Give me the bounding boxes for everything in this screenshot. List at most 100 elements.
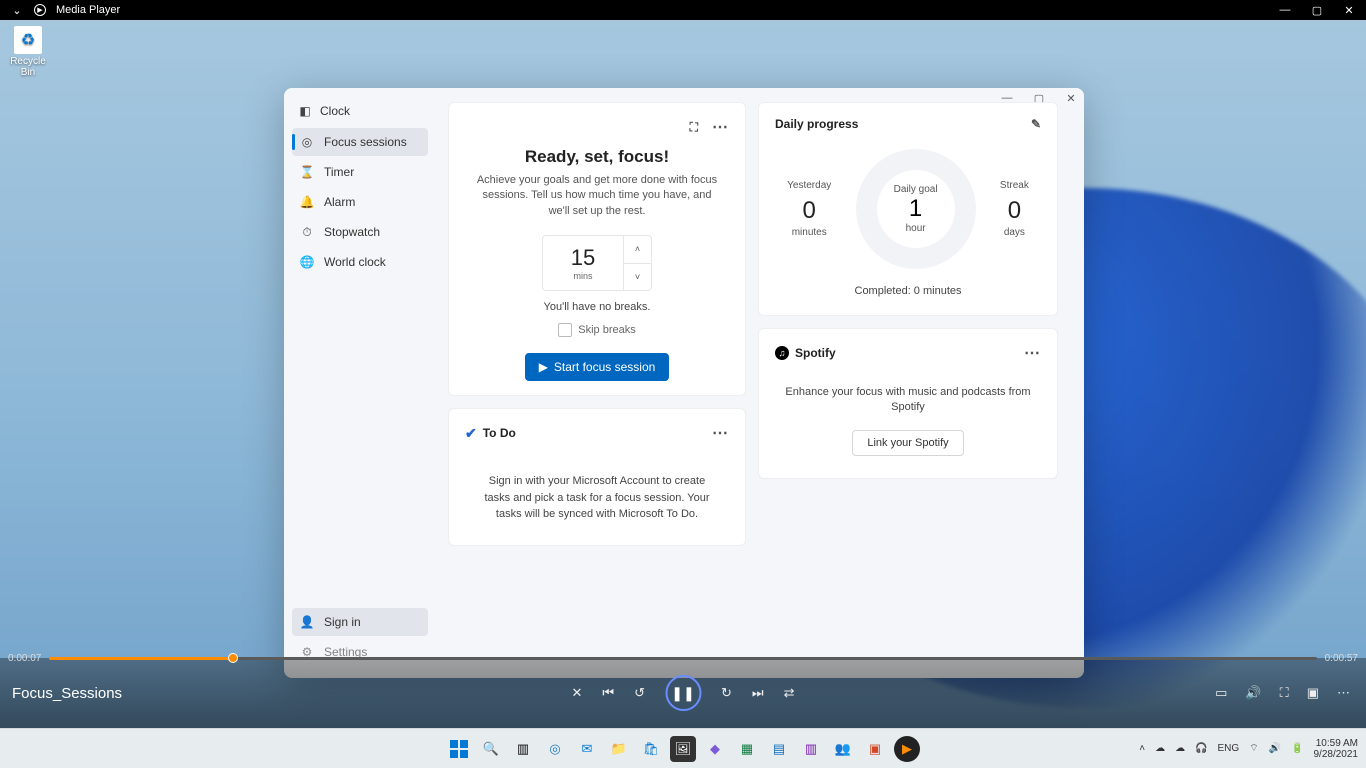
pause-button[interactable]: ❚❚ [665, 675, 701, 711]
sidebar-item-timer[interactable]: ⌛ Timer [292, 158, 428, 186]
minimize-button[interactable]: ― [1278, 4, 1292, 17]
sidebar-item-stopwatch[interactable]: ⏱ Stopwatch [292, 218, 428, 246]
clock-close-button[interactable]: ✕ [1064, 92, 1078, 105]
total-time: 0:00:57 [1325, 653, 1358, 664]
store-icon[interactable]: 🛍 [638, 736, 664, 762]
chevron-down-icon: ˅ [635, 272, 640, 282]
task-view-icon[interactable]: ▥ [510, 736, 536, 762]
spotify-card: ♫ Spotify ⋯ Enhance your focus with musi… [758, 328, 1058, 479]
system-tray: ˄ ☁ ☁ 🎧 ENG ⌔ 🔊 🔋 10:59 AM 9/28/2021 [1139, 738, 1366, 760]
sidebar-item-focus-sessions[interactable]: ◎ Focus sessions [292, 128, 428, 156]
sign-in-button[interactable]: 👤 Sign in [292, 608, 428, 636]
explorer-icon[interactable]: 📁 [606, 736, 632, 762]
previous-icon[interactable]: ⏮ [602, 685, 614, 701]
obsidian-icon[interactable]: ◆ [702, 736, 728, 762]
edit-icon[interactable]: ✎ [1031, 117, 1041, 131]
photos-icon[interactable]: 🖼 [670, 736, 696, 762]
skip-breaks-label: Skip breaks [578, 324, 635, 336]
timer-label: Timer [324, 165, 354, 179]
duration-up-button[interactable]: ˄ [624, 236, 651, 264]
recycle-bin-label: Recycle Bin [6, 56, 50, 78]
world-clock-label: World clock [324, 255, 386, 269]
check-icon: ✔ [465, 425, 477, 442]
miniplayer-icon[interactable]: ▣ [1307, 685, 1319, 701]
seek-thumb[interactable] [228, 653, 238, 663]
globe-icon: 🌐 [300, 255, 314, 269]
media-player-taskbar-icon[interactable]: ▶ [894, 736, 920, 762]
powerpoint-icon[interactable]: ▣ [862, 736, 888, 762]
chevron-up-icon: ˄ [635, 244, 640, 254]
expand-icon[interactable]: ⛶ [690, 120, 698, 135]
tray-chevron-icon[interactable]: ˄ [1139, 743, 1145, 754]
recycle-bin-icon[interactable]: ♻ Recycle Bin [6, 26, 50, 78]
media-player-bar: 0:00:07 0:00:57 Focus_Sessions ✕ ⏮ ↺ ❚❚ … [0, 658, 1366, 728]
start-focus-button[interactable]: ▶ Start focus session [525, 353, 670, 381]
todo-card: ✔ To Do ⋯ Sign in with your Microsoft Ac… [448, 408, 746, 546]
battery-icon[interactable]: 🔋 [1291, 743, 1303, 754]
streak-unit: days [1000, 227, 1029, 238]
outlook-icon[interactable]: ▤ [766, 736, 792, 762]
focus-setup-card: ⛶ ⋯ Ready, set, focus! Achieve your goal… [448, 102, 746, 396]
focus-heading: Ready, set, focus! [465, 147, 729, 167]
teams-icon[interactable]: 👥 [830, 736, 856, 762]
start-focus-label: Start focus session [554, 360, 655, 374]
stopwatch-label: Stopwatch [324, 225, 380, 239]
bell-icon: 🔔 [300, 195, 314, 209]
cast-icon[interactable]: ▭ [1215, 685, 1227, 701]
sidebar-item-alarm[interactable]: 🔔 Alarm [292, 188, 428, 216]
language-indicator[interactable]: ENG [1218, 743, 1240, 754]
duration-value: 15 [571, 245, 595, 271]
chevron-down-icon[interactable]: ⌄ [10, 4, 24, 17]
weather-icon[interactable]: ☁ [1175, 743, 1185, 754]
onenote-icon[interactable]: ▥ [798, 736, 824, 762]
onedrive-icon[interactable]: ☁ [1155, 743, 1165, 754]
seek-bar-row: 0:00:07 0:00:57 [0, 648, 1366, 668]
repeat-icon[interactable]: ⇄ [784, 685, 795, 701]
app-logo-icon: ▶ [34, 4, 46, 16]
clock-sidebar: ◧ Clock ◎ Focus sessions ⌛ Timer 🔔 Alarm… [284, 88, 434, 678]
headphones-icon[interactable]: 🎧 [1195, 743, 1207, 754]
forward-icon[interactable]: ↻ [721, 685, 732, 701]
seek-track[interactable] [49, 657, 1316, 660]
duration-down-button[interactable]: ˅ [624, 264, 651, 291]
more-icon[interactable]: ⋯ [712, 423, 729, 443]
clock-app-title: Clock [320, 104, 350, 118]
clock-tray[interactable]: 10:59 AM 9/28/2021 [1314, 738, 1359, 760]
skip-breaks-checkbox[interactable] [558, 323, 572, 337]
clock-window: ― ▢ ✕ ◧ Clock ◎ Focus sessions ⌛ Timer 🔔… [284, 88, 1084, 678]
skip-breaks-row: Skip breaks [465, 323, 729, 337]
sign-in-label: Sign in [324, 615, 361, 629]
pause-icon: ❚❚ [671, 685, 694, 702]
speaker-icon[interactable]: 🔊 [1269, 743, 1281, 754]
excel-icon[interactable]: ▦ [734, 736, 760, 762]
yesterday-unit: minutes [787, 227, 831, 238]
streak-label: Streak [1000, 180, 1029, 191]
rewind-icon[interactable]: ↺ [634, 685, 645, 701]
recycle-icon: ♻ [14, 26, 42, 54]
next-icon[interactable]: ⏭ [752, 685, 764, 701]
taskbar: 🔍 ▥ ◎ ✉ 📁 🛍 🖼 ◆ ▦ ▤ ▥ 👥 ▣ ▶ ˄ ☁ ☁ 🎧 ENG … [0, 728, 1366, 768]
tray-date: 9/28/2021 [1314, 749, 1359, 760]
link-spotify-button[interactable]: Link your Spotify [852, 430, 963, 456]
volume-icon[interactable]: 🔊 [1245, 685, 1261, 701]
sidebar-item-world-clock[interactable]: 🌐 World clock [292, 248, 428, 276]
progress-ring: Daily goal 1 hour [856, 149, 976, 269]
more-icon[interactable]: ⋯ [712, 117, 729, 137]
todo-body: Sign in with your Microsoft Account to c… [465, 473, 729, 523]
search-icon[interactable]: 🔍 [478, 736, 504, 762]
edge-icon[interactable]: ◎ [542, 736, 568, 762]
target-icon: ◎ [300, 135, 314, 149]
mail-icon[interactable]: ✉ [574, 736, 600, 762]
fullscreen-icon[interactable]: ⛶ [1280, 685, 1289, 701]
shuffle-icon[interactable]: ✕ [571, 685, 582, 701]
focus-label: Focus sessions [324, 135, 407, 149]
more-icon[interactable]: ⋯ [1337, 685, 1350, 701]
seek-progress [49, 657, 233, 660]
more-icon[interactable]: ⋯ [1024, 343, 1041, 363]
clock-app-icon: ◧ [298, 104, 312, 118]
wifi-icon[interactable]: ⌔ [1249, 742, 1258, 755]
hourglass-icon: ⌛ [300, 165, 314, 179]
maximize-button[interactable]: ▢ [1310, 4, 1324, 17]
start-button[interactable] [446, 736, 472, 762]
close-button[interactable]: ✕ [1342, 4, 1356, 17]
